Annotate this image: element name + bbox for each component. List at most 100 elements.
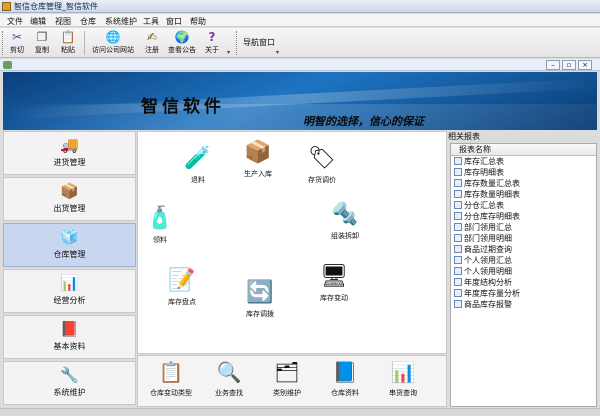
menu-warehouse[interactable]: 仓库: [80, 16, 96, 27]
warehouse-data-icon: 📘: [332, 360, 358, 384]
app-icon: [2, 2, 11, 11]
reports-panel: 相关报表 报表名称 库存汇总表 库存明细表 库存数量汇总表 库存数量明细表 分仓…: [448, 131, 597, 407]
list-item[interactable]: 库存明细表: [451, 167, 596, 178]
title-bar: 智信仓库管理_智信软件: [0, 0, 600, 13]
banner-decoration: [3, 104, 597, 130]
child-window-icon: [3, 61, 12, 69]
report-icon: [454, 278, 462, 286]
child-window-bar: – ▫ ×: [0, 59, 600, 71]
about-button[interactable]: ? 关于: [201, 30, 223, 56]
basic-data-icon: 📕: [60, 320, 79, 338]
report-icon: [454, 190, 462, 198]
production-in-icon: 📦: [244, 140, 272, 165]
toolbar-overflow-icon[interactable]: ▾: [227, 49, 230, 56]
report-icon: [454, 212, 462, 220]
paste-button[interactable]: 📋 粘贴: [56, 30, 80, 56]
assembly-button[interactable]: 🔩 组装拆卸: [313, 200, 377, 241]
menu-system-maintenance[interactable]: 系统维护: [105, 16, 137, 27]
report-icon: [454, 223, 462, 231]
production-in-button[interactable]: 📦 生产入库: [226, 138, 290, 179]
tab-warehouse[interactable]: 🧊 仓库管理: [3, 223, 136, 267]
register-button[interactable]: ✍ 注册: [140, 30, 164, 56]
menu-window[interactable]: 窗口: [166, 16, 182, 27]
reports-title: 相关报表: [448, 132, 480, 141]
inventory-check-button[interactable]: 📝 库存盘点: [150, 266, 214, 307]
report-icon: [454, 245, 462, 253]
list-item[interactable]: 部门领用明细: [451, 233, 596, 244]
tab-system-maintenance[interactable]: 🔧 系统维护: [3, 361, 136, 405]
list-item[interactable]: 库存数量汇总表: [451, 178, 596, 189]
list-item[interactable]: 分仓汇总表: [451, 200, 596, 211]
stock-change-button[interactable]: 🖥 库存变动: [302, 262, 366, 303]
copy-icon: ❐: [36, 30, 48, 44]
goods-query-button[interactable]: 📊 串货查询: [374, 359, 432, 398]
view-notice-button[interactable]: 🌍 查看公告: [165, 30, 199, 56]
maintenance-icon: 🔧: [60, 366, 79, 384]
tab-purchase[interactable]: 🚚 进货管理: [3, 131, 136, 175]
menu-file[interactable]: 文件: [7, 16, 23, 27]
toolbar-overflow-icon[interactable]: ▾: [276, 49, 279, 56]
close-button[interactable]: ×: [578, 60, 592, 70]
globe-icon: 🌐: [105, 30, 121, 44]
warehouse-icon: 🧊: [60, 228, 79, 246]
list-item[interactable]: 个人领用汇总: [451, 255, 596, 266]
return-material-icon: 🧪: [184, 146, 212, 171]
restore-button[interactable]: ▫: [562, 60, 576, 70]
menu-tools[interactable]: 工具: [143, 16, 159, 27]
register-icon: ✍: [146, 30, 158, 44]
tab-basic-data[interactable]: 📕 基本资料: [3, 315, 136, 359]
list-item[interactable]: 个人领用明细: [451, 266, 596, 277]
nav-window-button[interactable]: 导航窗口: [243, 37, 275, 48]
menu-view[interactable]: 视图: [55, 16, 71, 27]
stock-transfer-button[interactable]: 🔄 库存调拨: [228, 278, 292, 319]
shortcut-bar: 📋 仓库变动类型 🔍 业务查找 🗂 类别维护 📘 仓库资料 📊 串货查询: [137, 355, 447, 407]
toolbar: ✂ 剪切 ❐ 复制 📋 粘贴 🌐 访问公司网站 ✍ 注册 🌍 查看公告 ? 关于…: [0, 28, 600, 58]
transfer-icon: 🔄: [246, 280, 274, 305]
copy-button[interactable]: ❐ 复制: [31, 30, 53, 56]
minimize-button[interactable]: –: [546, 60, 560, 70]
list-item[interactable]: 商品过期查询: [451, 244, 596, 255]
return-material-button[interactable]: 🧪 退料: [166, 144, 230, 185]
help-icon: ?: [208, 30, 216, 44]
function-panel: 🧪 退料 📦 生产入库 🏷 存货调价 🧴 领料 🔩 组装拆卸 📝 库存盘点 🔄 …: [137, 131, 447, 354]
truck-icon: 🚚: [60, 136, 79, 154]
window-title: 智信仓库管理_智信软件: [14, 2, 98, 11]
list-item[interactable]: 商品库存报警: [451, 299, 596, 310]
inventory-check-icon: 📝: [168, 268, 196, 293]
tab-analysis[interactable]: 📊 经营分析: [3, 269, 136, 313]
toolbar-separator: [84, 31, 85, 55]
menu-help[interactable]: 帮助: [190, 16, 206, 27]
analysis-icon: 📊: [60, 274, 79, 292]
toolbar-grip[interactable]: [236, 31, 239, 55]
report-list[interactable]: 报表名称 库存汇总表 库存明细表 库存数量汇总表 库存数量明细表 分仓汇总表 分…: [450, 143, 597, 407]
status-bar: [0, 408, 600, 416]
toolbar-grip[interactable]: [2, 31, 5, 55]
banner-slogan: 明智的选择，信心的保证: [303, 115, 424, 128]
list-item[interactable]: 库存汇总表: [451, 156, 596, 167]
tab-shipment[interactable]: 📦 出货管理: [3, 177, 136, 221]
report-icon: [454, 168, 462, 176]
price-adjust-button[interactable]: 🏷 存货调价: [290, 144, 354, 185]
menu-bar: 文件 编辑 视图 仓库 系统维护 工具 窗口 帮助: [0, 14, 600, 27]
banner-title: 智信软件: [141, 97, 225, 117]
list-item[interactable]: 年度结构分析: [451, 277, 596, 288]
price-tag-icon: 🏷: [308, 146, 336, 171]
warehouse-data-button[interactable]: 📘 仓库资料: [316, 359, 374, 398]
stock-change-icon: 🖥: [320, 264, 348, 289]
visit-website-button[interactable]: 🌐 访问公司网站: [88, 30, 138, 56]
report-icon: [454, 201, 462, 209]
report-column-header[interactable]: 报表名称: [451, 144, 596, 156]
menu-edit[interactable]: 编辑: [30, 16, 46, 27]
list-item[interactable]: 分仓库存明细表: [451, 211, 596, 222]
category-icon: 🗂: [274, 360, 300, 384]
list-item[interactable]: 年度库存量分析: [451, 288, 596, 299]
list-item[interactable]: 库存数量明细表: [451, 189, 596, 200]
category-button[interactable]: 🗂 类别维护: [258, 359, 316, 398]
notice-icon: 🌍: [174, 30, 190, 44]
cut-button[interactable]: ✂ 剪切: [6, 30, 28, 56]
business-search-button[interactable]: 🔍 业务查找: [200, 359, 258, 398]
change-type-icon: 📋: [158, 360, 184, 384]
pick-material-button[interactable]: 🧴 领料: [128, 204, 192, 245]
list-item[interactable]: 部门领用汇总: [451, 222, 596, 233]
change-type-button[interactable]: 📋 仓库变动类型: [142, 359, 200, 398]
